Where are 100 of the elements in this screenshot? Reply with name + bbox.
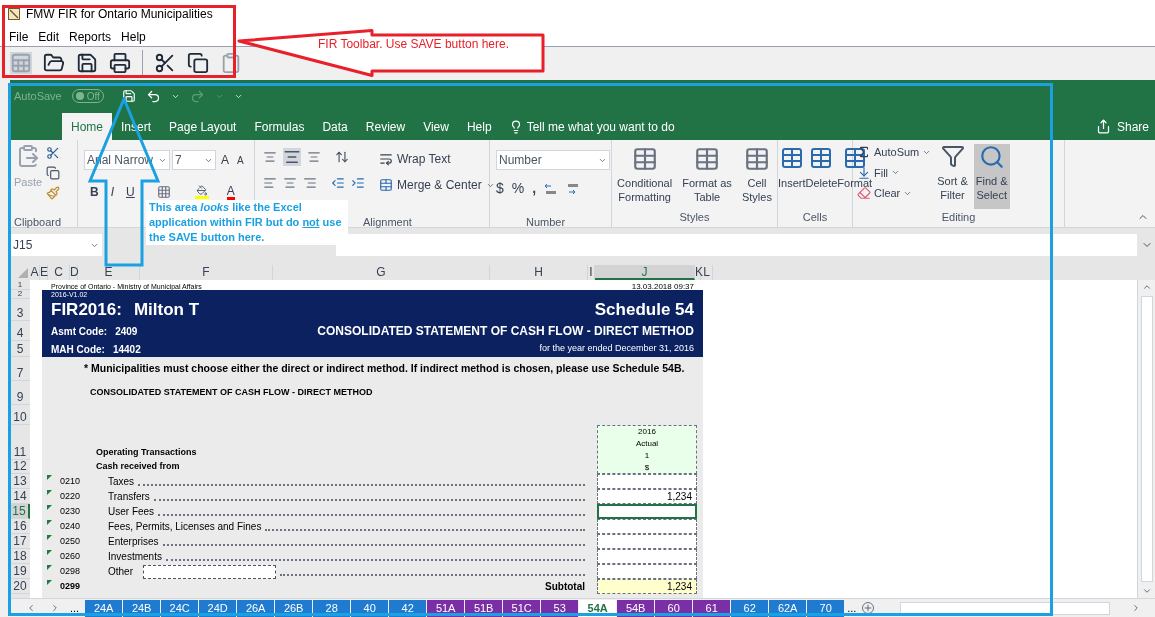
sort-filter-button[interactable]: Sort & Filter [937,144,968,209]
shrink-font-button[interactable]: A [234,152,247,168]
merge-center-button[interactable]: Merge & Center [379,176,495,194]
styles-button[interactable]: Cell Styles [741,146,772,209]
currency-button[interactable]: $ [496,178,504,199]
row-header[interactable]: 3 [10,299,30,321]
next-sheet-icon[interactable] [50,603,60,613]
undo-icon[interactable] [145,88,161,104]
column-header[interactable]: A [30,265,40,280]
save-icon[interactable] [121,89,136,103]
cut-icon[interactable] [154,52,176,74]
row-header[interactable]: 20 [10,579,30,594]
row-header[interactable]: 7 [10,357,30,381]
menu-item[interactable]: Edit [35,28,63,46]
autosum-button[interactable]: AutoSum [857,144,932,161]
increase-indent-icon[interactable] [351,176,365,190]
value-cell[interactable] [597,519,697,534]
redo-icon[interactable] [189,88,205,104]
align-bottom-icon[interactable] [307,150,321,164]
column-header[interactable]: J [595,265,695,280]
ribbon-tab[interactable]: Review [356,113,415,140]
ribbon-tab[interactable]: Data [313,113,357,140]
column-head-text: 2016 [638,426,656,438]
fill-down-icon [857,165,871,180]
value-cell[interactable] [597,564,697,579]
grow-font-button[interactable]: A [218,151,232,169]
scroll-up-icon[interactable] [1141,282,1152,292]
other-input-field[interactable] [143,564,276,579]
ribbon-tab[interactable]: View [414,113,458,140]
borders-icon[interactable] [156,185,171,199]
align-right-icon[interactable] [303,176,317,190]
ribbon-tab[interactable]: Help [457,113,501,140]
save-icon[interactable] [76,52,98,74]
row-header[interactable]: 11 [10,425,30,460]
menu-item[interactable]: Help [118,28,149,46]
previous-sheet-icon[interactable] [26,603,36,613]
cells-button[interactable]: Insert [778,146,806,209]
font-size-dropdown[interactable]: 7 [172,150,216,170]
menu-item[interactable]: Reports [66,28,115,46]
value-cell[interactable] [597,474,697,489]
folder-icon[interactable] [43,52,65,74]
row-header[interactable]: 16 [10,519,30,534]
row-header[interactable]: 10 [10,405,30,425]
scroll-right-icon[interactable] [1131,603,1141,613]
align-center-icon[interactable] [283,176,297,190]
number-format-dropdown[interactable]: Number [496,150,610,170]
value-cell[interactable]: 1,234 [597,489,697,504]
styles-button[interactable]: Conditional Formatting [617,146,673,209]
tell-me-field[interactable]: Tell me what you want to do [526,117,675,136]
ribbon-tab[interactable]: Home [62,113,112,140]
section-title: Operating Transactions [96,446,198,459]
cell-marker-icon [47,550,52,555]
align-middle-icon[interactable] [283,148,301,166]
value-cell[interactable] [597,534,697,549]
menu-item[interactable]: File [6,28,32,46]
row-header[interactable]: 19 [10,564,30,579]
ribbon-tab[interactable]: Page Layout [160,113,246,140]
bold-button[interactable]: B [90,183,99,201]
copy-icon[interactable] [187,52,209,74]
cut-icon[interactable] [46,146,61,160]
name-box[interactable]: J15 [10,234,102,256]
cells-button[interactable]: Delete [805,146,838,209]
value-cell[interactable] [597,504,697,519]
italic-button[interactable]: I [110,183,114,201]
more-sheets-button[interactable]: ... [70,599,80,617]
ribbon-tab[interactable]: Formulas [245,113,314,140]
wrap-text-button[interactable]: Wrap Text [379,150,495,168]
row-header[interactable]: 12 [10,460,30,474]
find-select-button[interactable]: Find & Select [973,144,1010,209]
orientation-icon[interactable] [335,150,349,164]
group-label: Number [526,216,566,228]
decrease-decimal-icon[interactable] [566,182,581,195]
autosave-label: AutoSave [14,88,62,104]
row-header[interactable]: 4 [10,321,30,341]
align-top-icon[interactable] [263,150,277,164]
more-sheets-button[interactable]: ... [847,599,857,617]
row-header[interactable]: 17 [10,534,30,549]
comma-button[interactable]: , [532,178,537,199]
format-painter-icon[interactable] [46,186,61,200]
increase-decimal-icon[interactable] [544,182,559,195]
row-header[interactable]: 2 [10,290,30,299]
printer-icon[interactable] [109,52,131,74]
percent-button[interactable]: % [511,178,525,199]
align-left-icon[interactable] [263,176,277,190]
line-label: Transfers [108,490,150,504]
scrollbar-thumb[interactable] [1140,296,1153,582]
value-cell[interactable]: 1,234 [597,579,697,594]
copy-icon[interactable] [46,166,61,180]
row-header[interactable]: 13 [10,474,30,489]
row-header[interactable]: 1 [10,280,30,290]
row-header[interactable]: 5 [10,341,30,357]
value-cell[interactable] [597,549,697,564]
decrease-indent-icon[interactable] [331,176,345,190]
row-header[interactable]: 18 [10,549,30,564]
underline-button[interactable]: U [126,183,135,201]
scroll-down-icon[interactable] [1141,586,1152,596]
row-header[interactable]: 9 [10,381,30,405]
styles-button[interactable]: Format as Table [682,146,732,209]
group-label: Alignment [363,216,412,228]
share-button[interactable]: Share [1095,113,1155,140]
